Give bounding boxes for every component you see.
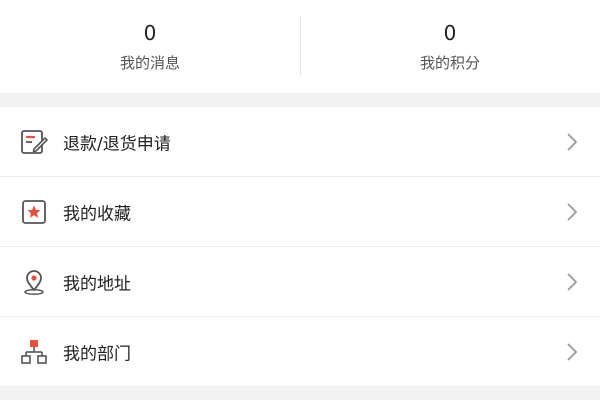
stats-panel: 0 我的消息 0 我的积分 [0,0,600,93]
org-chart-icon [20,338,48,366]
points-label: 我的积分 [419,54,480,72]
location-pin-icon [20,268,48,296]
messages-count: 0 [143,21,157,45]
chevron-right-icon [566,202,578,222]
menu-item-favorites[interactable]: 我的收藏 [0,177,600,247]
chevron-right-icon [566,132,578,152]
points-count: 0 [443,21,457,45]
menu-item-address[interactable]: 我的地址 [0,247,600,317]
menu-item-label: 我的部门 [63,344,131,364]
chevron-right-icon [566,272,578,292]
menu-item-label: 我的收藏 [63,204,131,224]
menu-item-label: 我的地址 [63,274,131,294]
refund-form-icon [20,128,48,156]
stat-messages[interactable]: 0 我的消息 [0,0,300,93]
menu-item-department[interactable]: 我的部门 [0,317,600,387]
menu-item-label: 退款/退货申请 [63,134,171,154]
stat-points[interactable]: 0 我的积分 [300,0,600,93]
messages-label: 我的消息 [119,54,180,72]
menu-list: 退款/退货申请 我的收藏 我的地址 我的部门 [0,107,600,387]
menu-item-refund[interactable]: 退款/退货申请 [0,107,600,177]
star-favorite-icon [20,198,48,226]
chevron-right-icon [566,342,578,362]
